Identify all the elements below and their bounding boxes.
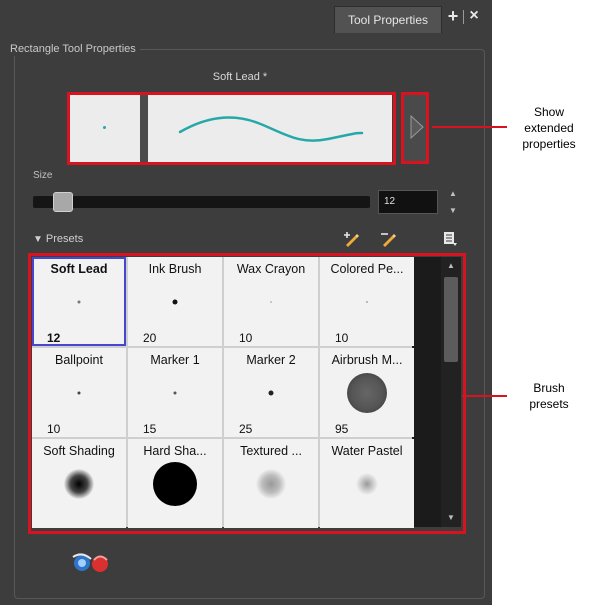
presets-label: Presets bbox=[45, 233, 84, 245]
triangle-down-icon: ▼ bbox=[33, 234, 43, 245]
rename-preset-icon[interactable] bbox=[380, 230, 398, 248]
callout-brush-presets: Brush presets bbox=[529, 381, 569, 411]
callout-leader-brush bbox=[462, 395, 507, 397]
tool-option-b-icon[interactable] bbox=[88, 551, 112, 575]
menu-icon[interactable] bbox=[442, 231, 458, 247]
show-extended-properties-button[interactable] bbox=[401, 92, 429, 164]
tab-separator bbox=[463, 10, 464, 24]
presets-toggle[interactable]: ▼ Presets bbox=[33, 233, 83, 245]
current-preset-name: Soft Lead * bbox=[212, 71, 268, 83]
presets-highlight bbox=[28, 253, 466, 534]
new-preset-icon[interactable] bbox=[343, 230, 361, 248]
size-label: Size bbox=[33, 170, 53, 181]
size-slider[interactable] bbox=[33, 196, 370, 208]
callout-leader-extended bbox=[432, 126, 507, 128]
plus-icon[interactable]: + bbox=[446, 7, 460, 25]
spin-down-icon[interactable]: ▼ bbox=[448, 207, 458, 215]
tab-tool-properties[interactable]: Tool Properties bbox=[334, 6, 442, 33]
group-title: Rectangle Tool Properties bbox=[6, 42, 140, 56]
spin-up-icon[interactable]: ▲ bbox=[448, 190, 458, 198]
close-icon[interactable]: × bbox=[467, 8, 481, 24]
size-slider-handle[interactable] bbox=[53, 192, 73, 212]
tool-properties-panel: Tool Properties + × Rectangle Tool Prope… bbox=[0, 0, 492, 605]
size-field[interactable]: 12 bbox=[378, 190, 438, 214]
callout-show-extended-properties: Show extended properties bbox=[522, 105, 576, 151]
triangle-right-icon bbox=[410, 114, 424, 140]
preview-highlight bbox=[67, 92, 396, 165]
